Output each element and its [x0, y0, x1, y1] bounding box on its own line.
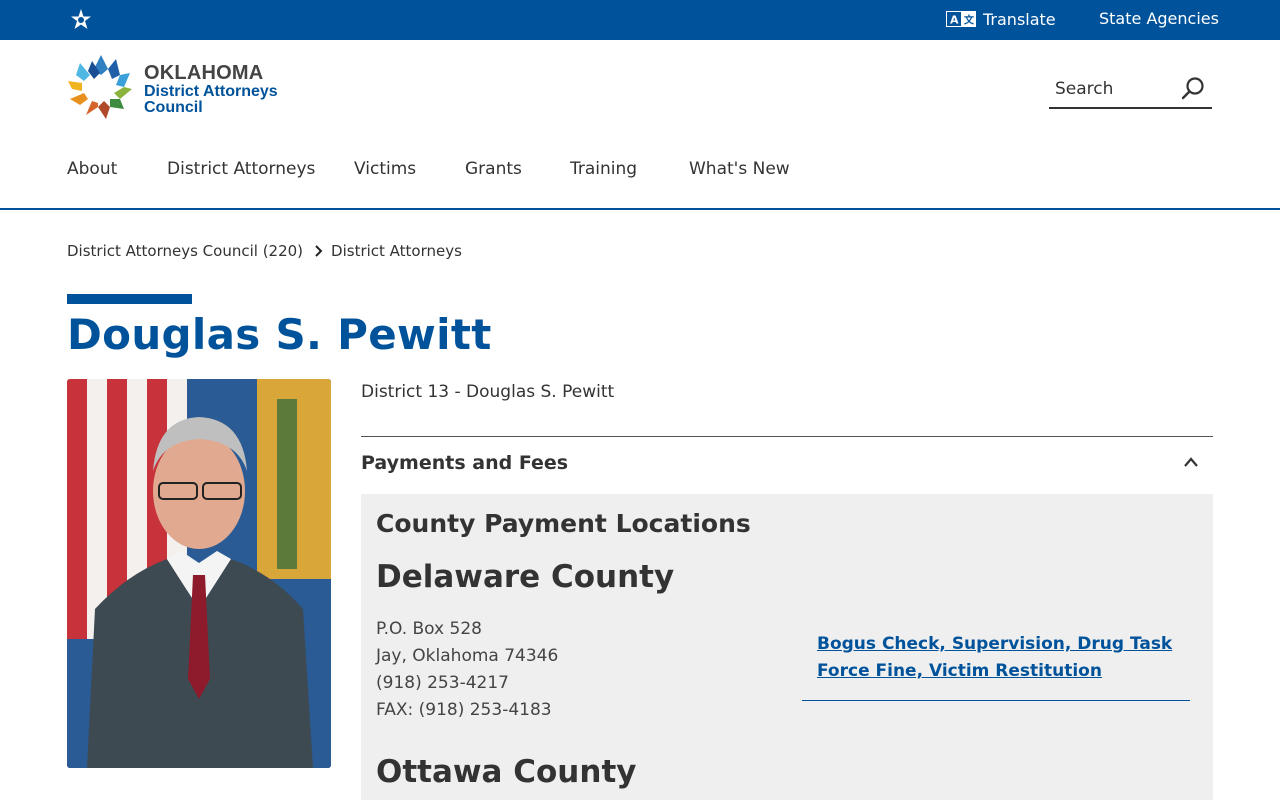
page-title: Douglas S. Pewitt: [67, 310, 492, 359]
svg-text:A: A: [950, 14, 959, 27]
phone-number: (918) 253-4217: [376, 673, 509, 693]
payment-link[interactable]: Bogus Check, Supervision, Drug Task Forc…: [817, 631, 1177, 685]
payments-accordion-header[interactable]: Payments and Fees: [361, 436, 1213, 494]
utility-bar: A 文 Translate State Agencies: [0, 0, 1280, 40]
nav-item-whats-new[interactable]: What's New: [689, 159, 790, 179]
svg-text:文: 文: [964, 14, 975, 27]
payment-link-line[interactable]: Bogus Check, Supervision, Drug Task: [817, 631, 1177, 658]
fax-number: FAX: (918) 253-4183: [376, 700, 552, 720]
chevron-right-icon: [315, 245, 323, 257]
payments-panel: County Payment Locations Delaware County…: [361, 494, 1213, 800]
breadcrumb-link-district-attorneys[interactable]: District Attorneys: [331, 242, 462, 260]
nav-item-victims[interactable]: Victims: [354, 159, 416, 179]
translate-label: Translate: [983, 9, 1056, 29]
oklahoma-star-icon[interactable]: [68, 8, 94, 32]
translate-button[interactable]: A 文 Translate: [946, 8, 1056, 30]
nav-item-grants[interactable]: Grants: [465, 159, 522, 179]
nav-item-district-attorneys[interactable]: District Attorneys: [167, 159, 315, 179]
county-heading-delaware: Delaware County: [376, 559, 675, 595]
odac-logo-icon[interactable]: [66, 53, 136, 121]
section-heading: County Payment Locations: [376, 509, 751, 538]
nav-item-training[interactable]: Training: [570, 159, 637, 179]
logo-line-council: Council: [144, 99, 203, 116]
search-icon[interactable]: [1180, 76, 1206, 102]
address-line: Jay, Oklahoma 74346: [376, 646, 559, 666]
district-subtitle: District 13 - Douglas S. Pewitt: [361, 382, 615, 402]
nav-item-about[interactable]: About: [67, 159, 117, 179]
translate-icon: A 文: [946, 11, 976, 27]
main-nav: About District Attorneys Victims Grants …: [0, 148, 1280, 210]
portrait-photo: [67, 379, 331, 768]
breadcrumb: District Attorneys Council (220) Distric…: [67, 242, 462, 260]
payment-link-line[interactable]: Force Fine, Victim Restitution: [817, 658, 1177, 685]
search-input[interactable]: Search: [1049, 72, 1212, 109]
accordion-title: Payments and Fees: [361, 452, 569, 474]
logo-line-oklahoma: OKLAHOMA: [144, 62, 264, 84]
county-heading-ottawa: Ottawa County: [376, 754, 637, 790]
logo-wordmark[interactable]: OKLAHOMA District Attorneys Council: [144, 62, 278, 116]
county-address: P.O. Box 528 Jay, Oklahoma 74346 (918) 2…: [376, 616, 558, 724]
chevron-up-icon[interactable]: [1183, 456, 1199, 468]
address-line: P.O. Box 528: [376, 619, 482, 639]
state-agencies-link[interactable]: State Agencies: [1099, 9, 1219, 28]
logo-line-district-attorneys: District Attorneys: [144, 83, 278, 100]
breadcrumb-link-council[interactable]: District Attorneys Council (220): [67, 242, 303, 260]
title-accent-bar: [67, 294, 192, 304]
divider: [802, 700, 1190, 701]
search-label: Search: [1055, 79, 1114, 99]
